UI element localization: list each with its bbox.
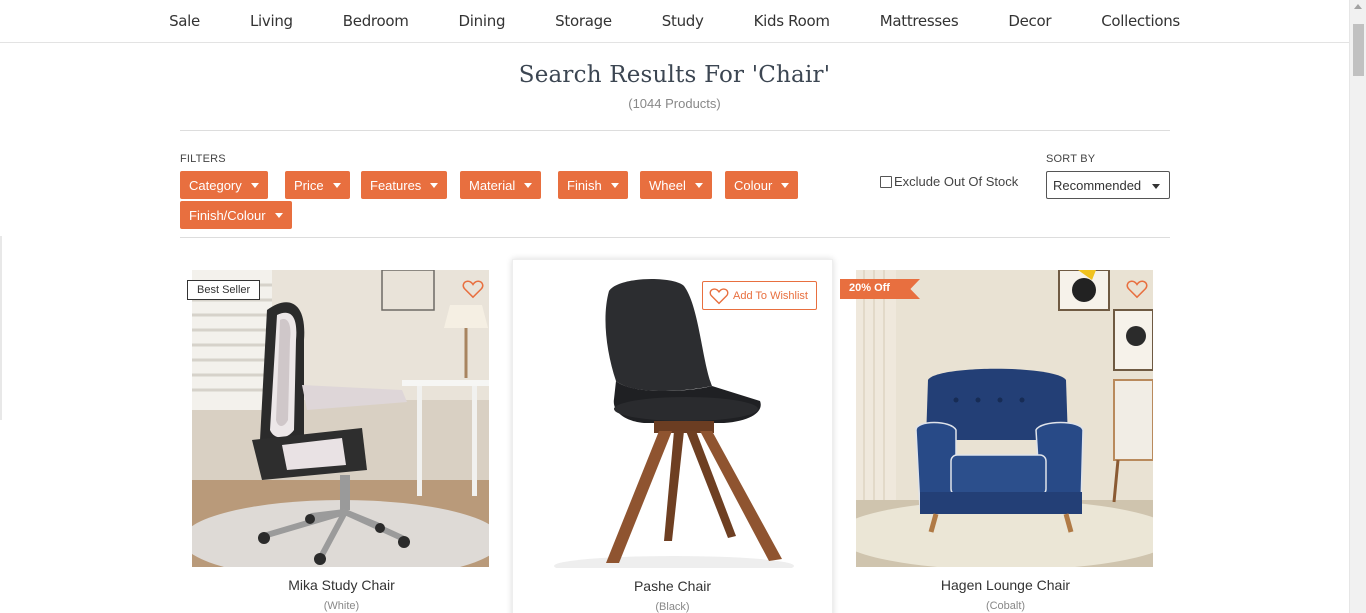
sort-selected-value: Recommended (1053, 177, 1142, 193)
page-scrollbar[interactable] (1349, 0, 1366, 613)
filter-label: Colour (734, 177, 773, 193)
best-seller-badge: Best Seller (187, 280, 261, 300)
filter-finish-colour-button[interactable]: Finish/Colour (180, 201, 292, 229)
filter-label: Features (370, 177, 422, 193)
sort-by-label: SORT BY (1046, 153, 1096, 165)
product-name[interactable]: Pashe Chair (513, 578, 832, 594)
page-title: Search Results For 'Chair' (518, 62, 831, 88)
product-card[interactable]: 20% Off Hagen Lounge Chair (Cobalt) (840, 259, 1166, 613)
caret-down-icon (250, 182, 259, 188)
product-variant: (White) (323, 600, 360, 612)
filter-label: Finish/Colour (189, 207, 266, 223)
nav-item-sale[interactable]: Sale (144, 12, 225, 30)
filter-label: Price (294, 177, 324, 193)
search-results-header: Search Results For 'Chair' (1044 Product… (0, 62, 1349, 111)
top-navigation: Sale Living Bedroom Dining Storage Study… (0, 0, 1349, 43)
product-variant: (Black) (655, 601, 690, 613)
exclude-out-of-stock-label: Exclude Out Of Stock (894, 174, 1019, 189)
filter-material-button[interactable]: Material (460, 171, 542, 199)
nav-item-dining[interactable]: Dining (434, 12, 531, 30)
caret-down-icon (430, 182, 439, 188)
nav-item-storage[interactable]: Storage (530, 12, 637, 30)
product-image-pashe-chair[interactable] (524, 271, 821, 568)
sort-by-select[interactable]: Recommended (1046, 171, 1170, 199)
filter-price-button[interactable]: Price (285, 171, 350, 199)
scroll-up-arrow-icon[interactable] (1354, 4, 1362, 9)
product-variant: (Cobalt) (985, 600, 1026, 612)
product-count: (1044 Products) (628, 96, 721, 111)
wishlist-heart-icon[interactable] (462, 279, 484, 299)
caret-down-icon (610, 182, 619, 188)
caret-down-icon (274, 212, 283, 218)
heart-icon (709, 287, 729, 304)
filter-label: Wheel (649, 177, 686, 193)
scrollbar-thumb[interactable] (1353, 24, 1364, 76)
product-image-hagen-lounge-chair[interactable] (856, 270, 1153, 567)
left-edge-divider (0, 236, 2, 420)
nav-item-study[interactable]: Study (637, 12, 729, 30)
caret-down-icon (332, 182, 341, 188)
divider-top (180, 130, 1170, 131)
product-card[interactable]: Best Seller Mika Study Chair (White) (181, 259, 502, 613)
discount-badge: 20% Off (840, 279, 920, 299)
filter-colour-button[interactable]: Colour (725, 171, 799, 199)
exclude-out-of-stock-toggle[interactable]: Exclude Out Of Stock (880, 174, 1018, 189)
filter-label: Finish (567, 177, 602, 193)
filter-label: Category (189, 177, 242, 193)
caret-down-icon (781, 182, 790, 188)
filter-features-button[interactable]: Features (361, 171, 448, 199)
nav-item-collections[interactable]: Collections (1076, 12, 1205, 30)
wishlist-heart-icon[interactable] (1126, 279, 1148, 299)
divider-bottom (180, 237, 1170, 238)
caret-down-icon (524, 182, 533, 188)
filter-wheel-button[interactable]: Wheel (640, 171, 712, 199)
caret-down-icon (694, 182, 703, 188)
product-card[interactable]: Add To Wishlist Pashe Chair (Black) (512, 259, 833, 613)
filters-label: FILTERS (180, 153, 226, 165)
product-name[interactable]: Hagen Lounge Chair (845, 577, 1166, 593)
nav-item-mattresses[interactable]: Mattresses (855, 12, 984, 30)
nav-item-living[interactable]: Living (225, 12, 318, 30)
add-to-wishlist-button[interactable]: Add To Wishlist (702, 281, 817, 310)
filter-finish-button[interactable]: Finish (558, 171, 628, 199)
add-to-wishlist-label: Add To Wishlist (733, 289, 808, 302)
nav-item-kids-room[interactable]: Kids Room (729, 12, 855, 30)
nav-item-decor[interactable]: Decor (983, 12, 1076, 30)
product-name[interactable]: Mika Study Chair (181, 577, 502, 593)
product-image-mika-study-chair[interactable] (192, 270, 489, 567)
caret-down-icon (1152, 184, 1160, 189)
nav-item-bedroom[interactable]: Bedroom (318, 12, 434, 30)
filter-label: Material (469, 177, 516, 193)
exclude-out-of-stock-checkbox[interactable] (880, 175, 892, 188)
filter-category-button[interactable]: Category (180, 171, 268, 199)
